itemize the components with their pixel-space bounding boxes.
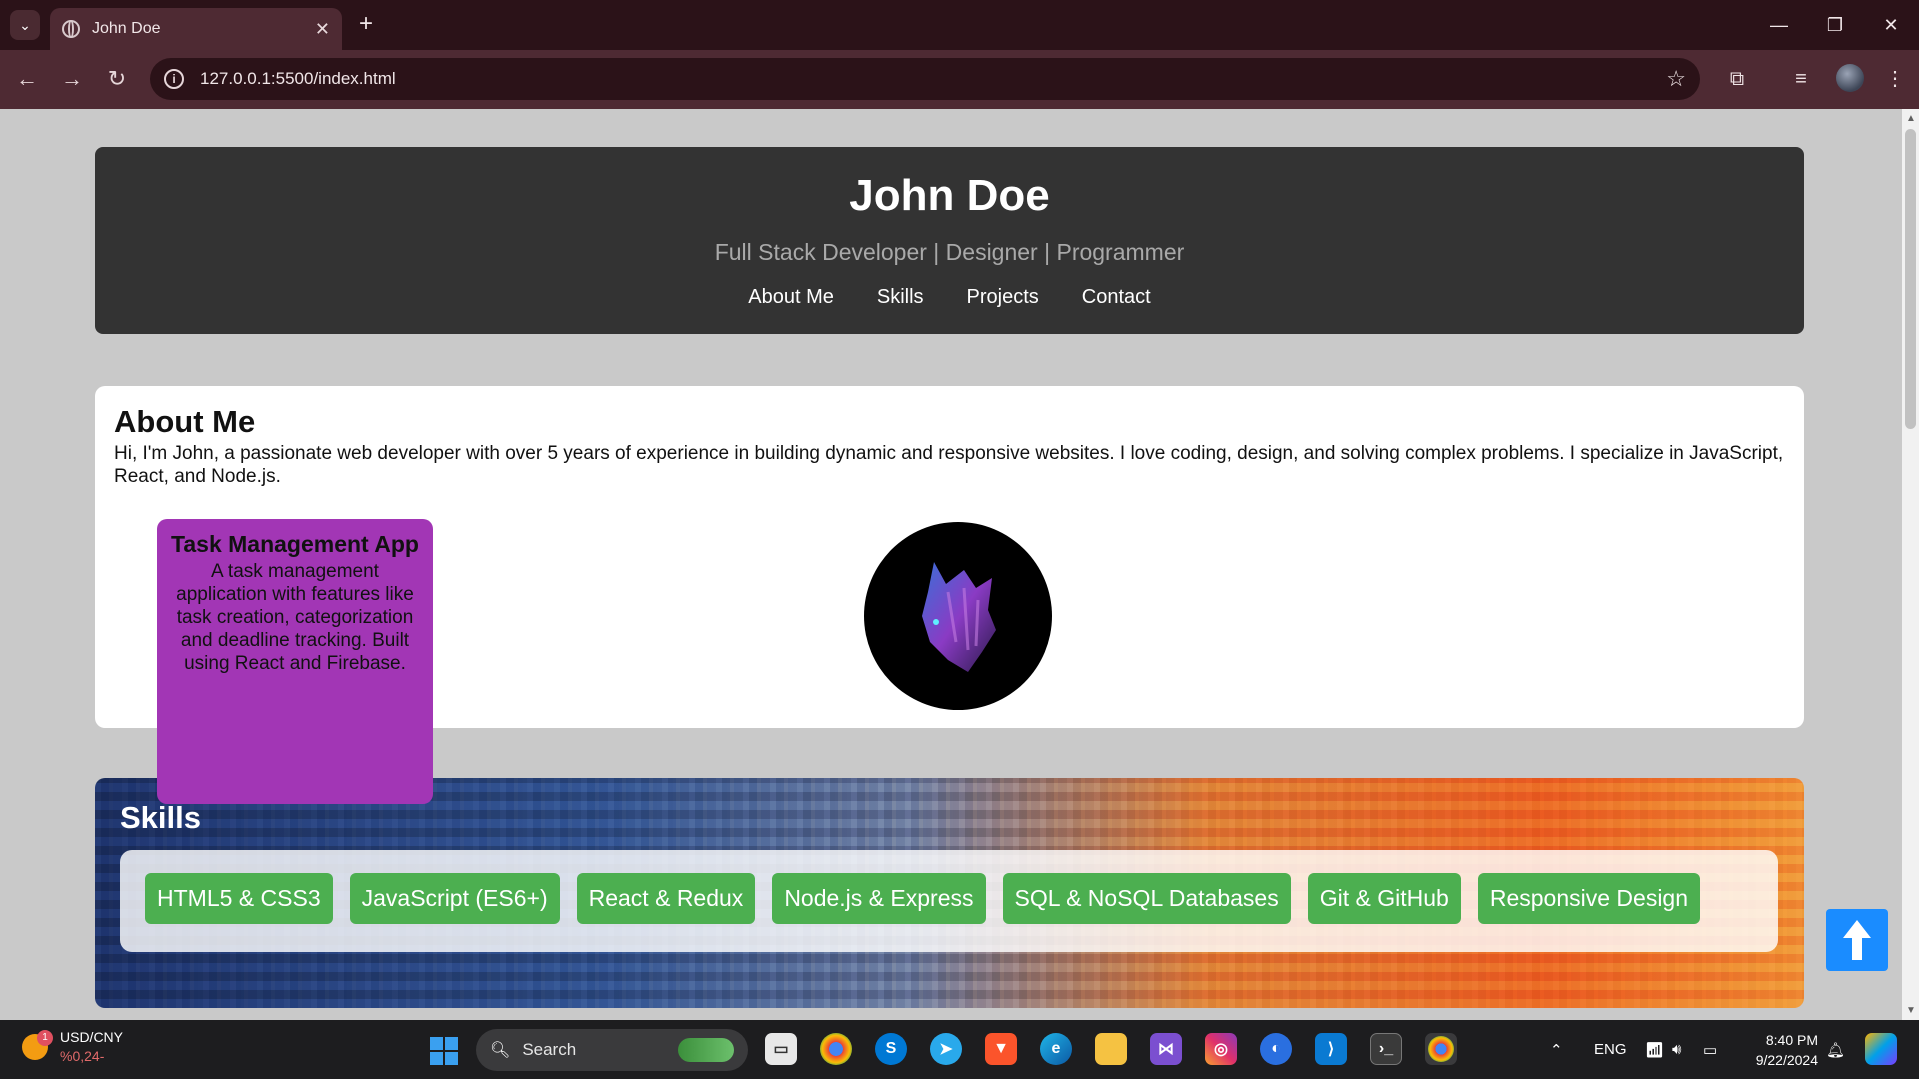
scrollbar-thumb[interactable] — [1905, 129, 1916, 429]
scroll-up-icon[interactable]: ▲ — [1906, 113, 1916, 124]
search-highlight-art — [678, 1038, 734, 1062]
bookmark-star-icon[interactable]: ☆ — [1666, 66, 1686, 92]
arrow-up-icon — [1843, 920, 1871, 960]
tab-title: John Doe — [92, 20, 161, 37]
close-window-button[interactable]: ✕ — [1863, 0, 1919, 50]
project-description: A task management application with featu… — [176, 561, 414, 674]
forward-arrow-icon[interactable]: → — [57, 64, 87, 94]
menu-kebab-icon[interactable]: ⋮ — [1882, 66, 1908, 92]
extensions-icon[interactable]: ⧉ — [1724, 66, 1750, 92]
globe-icon — [62, 20, 80, 38]
widget-title: USD/CNY — [60, 1029, 124, 1045]
search-icon: 🔍︎ — [490, 1042, 511, 1059]
task-view-icon[interactable]: ▭ — [765, 1033, 797, 1065]
reload-icon[interactable]: ↻ — [102, 64, 132, 94]
back-to-top-button[interactable] — [1826, 909, 1888, 971]
skype-icon[interactable]: S — [875, 1033, 907, 1065]
volume-icon[interactable]: 🔊︎ — [1672, 1020, 1681, 1079]
scroll-down-icon[interactable]: ▼ — [1906, 1005, 1916, 1016]
restore-button[interactable]: ❐ — [1807, 0, 1863, 50]
about-text: Hi, I'm John, a passionate web developer… — [114, 443, 1784, 487]
currency-chart-icon: 1 — [22, 1030, 53, 1060]
os-taskbar: 1 USD/CNY %0,24- 🔍︎ Search ▭ S ➤ ▼ e ⋈ ◎… — [0, 1020, 1919, 1079]
project-card[interactable]: Task Management App A task management ap… — [157, 519, 433, 804]
url-text[interactable]: 127.0.0.1:5500/index.html — [200, 69, 1666, 89]
file-explorer-icon[interactable] — [1095, 1033, 1127, 1065]
address-bar[interactable]: i 127.0.0.1:5500/index.html ☆ — [150, 58, 1700, 100]
nav-link-skills[interactable]: Skills — [877, 286, 924, 309]
minimize-button[interactable]: — — [1751, 0, 1807, 50]
chrome-icon[interactable] — [820, 1033, 852, 1065]
battery-icon[interactable]: ▭ — [1703, 1020, 1717, 1079]
browser-tab-active[interactable]: John Doe ✕ — [50, 8, 342, 50]
about-heading: About Me — [114, 404, 256, 439]
instagram-icon[interactable]: ◎ — [1205, 1033, 1237, 1065]
terminal-icon[interactable]: ›_ — [1370, 1033, 1402, 1065]
project-title: Task Management App — [171, 531, 419, 557]
profile-avatar[interactable] — [1836, 64, 1864, 92]
widget-badge: 1 — [37, 1030, 53, 1046]
site-title: John Doe — [849, 171, 1050, 220]
firefox-icon[interactable]: ◐ — [1260, 1033, 1292, 1065]
skill-chip: HTML5 & CSS3 — [145, 873, 333, 924]
vscode-icon[interactable]: ⟩ — [1315, 1033, 1347, 1065]
notification-bell-icon[interactable]: 🔔︎ — [1826, 1020, 1845, 1079]
nav-link-about[interactable]: About Me — [748, 286, 834, 309]
tab-search-button[interactable]: ⌄ — [10, 10, 40, 40]
skills-list: HTML5 & CSS3 JavaScript (ES6+) React & R… — [120, 850, 1778, 952]
visual-studio-icon[interactable]: ⋈ — [1150, 1033, 1182, 1065]
tab-close-icon[interactable]: ✕ — [315, 19, 330, 40]
back-arrow-icon[interactable]: ← — [12, 64, 42, 94]
profile-photo — [864, 522, 1052, 710]
brave-icon[interactable]: ▼ — [985, 1033, 1017, 1065]
main-nav: About Me Skills Projects Contact — [95, 286, 1804, 309]
nav-link-projects[interactable]: Projects — [967, 286, 1039, 309]
skills-section: Skills HTML5 & CSS3 JavaScript (ES6+) Re… — [95, 778, 1804, 1008]
copilot-icon[interactable] — [1865, 1033, 1897, 1065]
media-control-icon[interactable]: ≡ — [1788, 66, 1814, 92]
nav-link-contact[interactable]: Contact — [1082, 286, 1151, 309]
language-indicator[interactable]: ENG — [1594, 1020, 1627, 1079]
page-scrollbar[interactable]: ▲ ▼ — [1902, 109, 1919, 1020]
wifi-icon[interactable]: 📶︎ — [1645, 1020, 1664, 1079]
widget-value: %0,24- — [60, 1048, 105, 1064]
taskbar-search[interactable]: 🔍︎ Search — [476, 1029, 748, 1071]
edge-icon[interactable]: e — [1040, 1033, 1072, 1065]
windows-start-icon[interactable] — [430, 1037, 458, 1065]
clock-time: 8:40 PM — [1765, 1032, 1818, 1048]
system-clock[interactable]: 8:40 PM 9/22/2024 — [1738, 1030, 1818, 1070]
skill-chip: Git & GitHub — [1307, 873, 1461, 924]
window-controls: — ❐ ✕ — [1751, 0, 1919, 50]
page-viewport: John Doe Full Stack Developer | Designer… — [0, 109, 1902, 1020]
browser-toolbar: ← → ↻ i 127.0.0.1:5500/index.html ☆ ⧉ ≡ … — [0, 50, 1919, 109]
search-label: Search — [522, 1040, 577, 1059]
skill-chip: Responsive Design — [1477, 873, 1701, 924]
tray-overflow-icon[interactable]: ⌃ — [1550, 1020, 1563, 1079]
skills-heading: Skills — [120, 800, 201, 835]
site-tagline: Full Stack Developer | Designer | Progra… — [714, 239, 1185, 265]
browser-tab-strip: ⌄ John Doe ✕ + — ❐ ✕ — [0, 0, 1919, 50]
skill-chip: React & Redux — [576, 873, 756, 924]
skill-chip: Node.js & Express — [772, 873, 986, 924]
skill-chip: JavaScript (ES6+) — [349, 873, 560, 924]
clock-date: 9/22/2024 — [1755, 1052, 1818, 1068]
skill-chip: SQL & NoSQL Databases — [1002, 873, 1291, 924]
groot-portrait-icon — [922, 562, 996, 672]
currency-widget[interactable]: 1 USD/CNY %0,24- — [22, 1028, 123, 1066]
new-tab-button[interactable]: + — [352, 10, 380, 38]
site-header: John Doe Full Stack Developer | Designer… — [95, 147, 1804, 334]
chevron-down-icon: ⌄ — [19, 16, 31, 33]
chrome-active-icon[interactable] — [1425, 1033, 1457, 1065]
site-info-icon[interactable]: i — [164, 69, 184, 89]
telegram-icon[interactable]: ➤ — [930, 1033, 962, 1065]
